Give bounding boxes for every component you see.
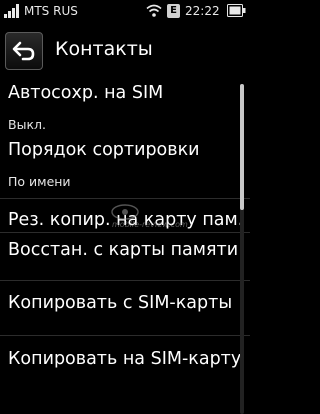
menu-item-label: Восстан. с карты памяти — [8, 240, 239, 260]
watermark-logo: mobile-review.com — [110, 203, 188, 235]
wifi-icon — [146, 4, 162, 17]
clock-time: 22:22 — [185, 4, 220, 18]
divider — [0, 335, 250, 336]
menu-item-copy-from-sim[interactable]: Копировать с SIM-карты — [8, 293, 232, 313]
scrollbar-thumb[interactable] — [240, 84, 244, 210]
signal-icon — [4, 4, 19, 18]
status-bar: MTS RUS E 22:22 — [0, 0, 250, 22]
page-title: Контакты — [55, 38, 153, 60]
carrier-name: MTS RUS — [24, 4, 78, 18]
menu-item-value: Выкл. — [8, 117, 46, 132]
divider — [0, 198, 250, 199]
back-button[interactable] — [5, 32, 43, 70]
back-arrow-icon — [12, 41, 35, 61]
menu-item-copy-to-sim[interactable]: Копировать на SIM-карту — [8, 349, 241, 369]
watermark-icon — [111, 204, 139, 220]
battery-icon — [227, 4, 246, 17]
menu-item-restore-from-card[interactable]: Восстан. с карты памяти — [8, 240, 238, 260]
menu-item-value: По имени — [8, 174, 71, 189]
menu-item-label: Копировать на SIM-карту — [8, 349, 242, 369]
divider — [0, 280, 250, 281]
watermark-text: mobile-review.com — [112, 220, 188, 229]
menu-item-label: Порядок сортировки — [8, 140, 200, 160]
menu-item-label: Копировать с SIM-карты — [8, 293, 233, 313]
network-type-badge: E — [167, 4, 180, 18]
header-bar: Контакты — [0, 28, 250, 72]
menu-item-label: Автосохр. на SIM — [8, 83, 164, 103]
menu-item-sort-order[interactable]: Порядок сортировки — [8, 140, 200, 160]
menu-item-auto-save-sim[interactable]: Автосохр. на SIM — [8, 83, 163, 103]
